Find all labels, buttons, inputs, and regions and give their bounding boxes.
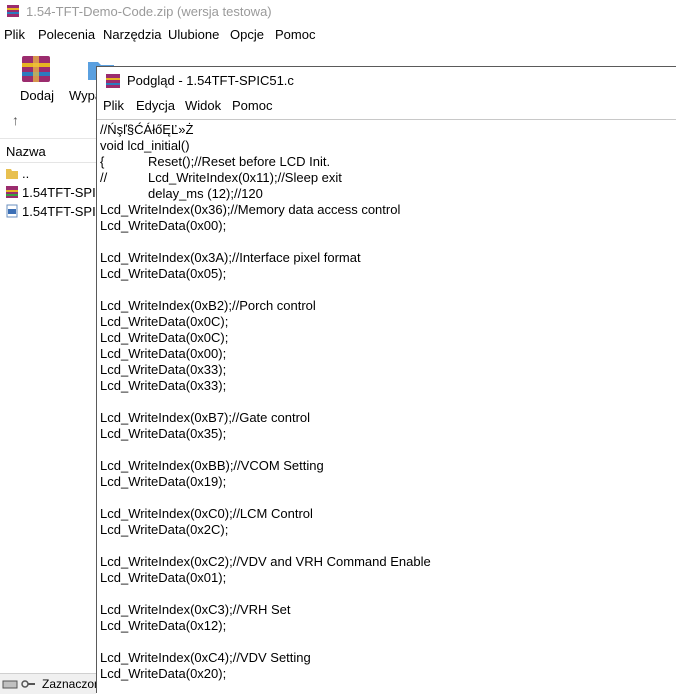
file-row-parent[interactable]: ..	[0, 164, 96, 183]
code-line-prefix: {	[100, 154, 105, 169]
preview-menu-pomoc[interactable]: Pomoc	[232, 98, 272, 113]
file-name: 1.54TFT-SPIC51.c	[22, 204, 96, 219]
menu-opcje[interactable]: Opcje	[230, 27, 264, 42]
code-line: Lcd_WriteIndex(0x3A);//Interface pixel f…	[100, 250, 361, 265]
file-list-header[interactable]: Nazwa	[0, 140, 96, 163]
code-line: //Ńşľ§ĆÁłőĘĽ»Ż	[100, 122, 194, 137]
code-line: Lcd_WriteData(0x05);	[100, 266, 227, 281]
code-line: Lcd_WriteData(0x35);	[100, 426, 227, 441]
rar-file-icon	[6, 186, 18, 198]
file-name: 1.54TFT-SPIC51.uvproj	[22, 185, 96, 200]
status-text: Zaznaczono	[42, 677, 96, 691]
main-menubar	[0, 24, 676, 46]
file-row-c-source[interactable]: 1.54TFT-SPIC51.c	[0, 202, 96, 221]
code-line-prefix: //	[100, 170, 108, 185]
file-name: ..	[22, 166, 30, 181]
preview-window: Podgląd - 1.54TFT-SPIC51.c Plik Edycja W…	[96, 66, 676, 693]
key-icon	[21, 680, 35, 688]
code-line: Lcd_WriteData(0x33);	[100, 362, 227, 377]
c-source-file-icon	[6, 204, 18, 218]
menu-pomoc[interactable]: Pomoc	[275, 27, 315, 42]
preview-titlebar[interactable]: Podgląd - 1.54TFT-SPIC51.c	[97, 67, 676, 94]
preview-title: Podgląd - 1.54TFT-SPIC51.c	[127, 73, 294, 88]
code-line: Lcd_WriteData(0x20);	[100, 666, 227, 681]
code-line: Lcd_WriteData(0x0C);	[100, 314, 229, 329]
code-line: Lcd_WriteIndex(0xC0);//LCM Control	[100, 506, 313, 521]
code-line: Lcd_WriteIndex(0xB7);//Gate control	[100, 410, 311, 425]
preview-menu-edycja[interactable]: Edycja	[136, 98, 175, 113]
code-line: Lcd_WriteData(0x0C);	[100, 330, 229, 345]
preview-menu-plik[interactable]: Plik	[103, 98, 124, 113]
folder-icon	[6, 169, 18, 179]
main-window-titlebar: 1.54-TFT-Demo-Code.zip (wersja testowa)	[0, 0, 676, 24]
code-line: Lcd_WriteIndex(0x36);//Memory data acces…	[100, 202, 401, 217]
winrar-icon	[7, 5, 19, 17]
code-line: Lcd_WriteData(0x19);	[100, 474, 227, 489]
column-name-header[interactable]: Nazwa	[6, 144, 46, 159]
winrar-icon	[106, 74, 120, 88]
up-arrow-icon[interactable]: ↑	[12, 112, 19, 128]
code-line: Lcd_WriteIndex(0xC4);//VDV Setting	[100, 650, 311, 665]
menu-plik[interactable]: Plik	[4, 27, 25, 42]
code-line-body: delay_ms (12);//120	[148, 186, 263, 201]
preview-menubar: Plik Edycja Widok Pomoc	[97, 94, 676, 116]
preview-menu-widok[interactable]: Widok	[185, 98, 221, 113]
code-line: Lcd_WriteData(0x01);	[100, 570, 227, 585]
file-row-uvproj[interactable]: 1.54TFT-SPIC51.uvproj	[0, 183, 96, 202]
menu-narzedzia[interactable]: Narzędzia	[103, 27, 162, 42]
add-archive-icon[interactable]	[19, 52, 53, 86]
menu-ulubione[interactable]: Ulubione	[168, 27, 219, 42]
code-line: Lcd_WriteData(0x2C);	[100, 522, 229, 537]
code-line: Lcd_WriteData(0x00);	[100, 346, 227, 361]
code-line-body: Reset();//Reset before LCD Init.	[148, 154, 331, 169]
code-line: Lcd_WriteData(0x00);	[100, 218, 227, 233]
code-line: Lcd_WriteIndex(0xC3);//VRH Set	[100, 602, 291, 617]
menu-polecenia[interactable]: Polecenia	[38, 27, 95, 42]
add-button-label[interactable]: Dodaj	[20, 88, 54, 103]
code-line: Lcd_WriteIndex(0xB2);//Porch control	[100, 298, 316, 313]
drive-icon	[2, 680, 18, 689]
status-bar: Zaznaczono	[0, 673, 96, 694]
code-line-body: Lcd_WriteIndex(0x11);//Sleep exit	[148, 170, 342, 185]
main-window-title: 1.54-TFT-Demo-Code.zip (wersja testowa)	[26, 4, 272, 19]
code-line: Lcd_WriteIndex(0xC2);//VDV and VRH Comma…	[100, 554, 431, 569]
code-line: Lcd_WriteData(0x12);	[100, 618, 227, 633]
code-preview-area[interactable]: //Ńşľ§ĆÁłőĘĽ»Ż void lcd_initial(){ Reset()…	[97, 119, 676, 695]
code-line: void lcd_initial()	[100, 138, 190, 153]
code-line: Lcd_WriteIndex(0xBB);//VCOM Setting	[100, 458, 324, 473]
code-line: Lcd_WriteData(0x33);	[100, 378, 227, 393]
